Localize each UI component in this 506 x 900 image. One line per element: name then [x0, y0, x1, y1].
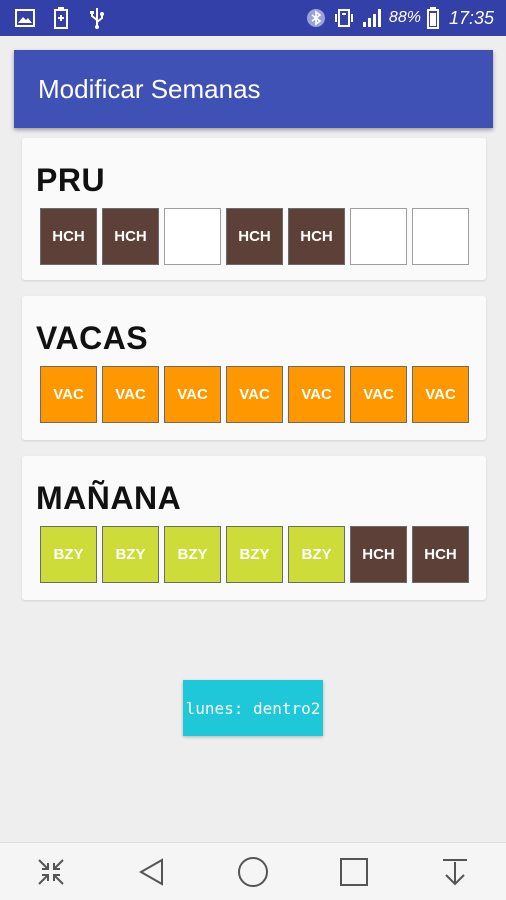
day-box[interactable]: BZY	[40, 526, 97, 583]
recents-icon[interactable]	[330, 848, 378, 896]
week-title: MAÑANA	[36, 480, 182, 516]
day-box[interactable]	[350, 208, 407, 265]
signal-icon	[361, 7, 383, 29]
usb-icon	[86, 7, 108, 29]
week-title: VACAS	[36, 320, 149, 356]
app-toolbar: Modificar Semanas	[14, 50, 493, 128]
status-left	[14, 7, 108, 29]
day-box[interactable]: VAC	[226, 366, 283, 423]
day-box[interactable]: HCH	[40, 208, 97, 265]
day-box[interactable]	[412, 208, 469, 265]
day-box[interactable]: BZY	[288, 526, 345, 583]
day-box[interactable]: VAC	[102, 366, 159, 423]
notification-pull-icon[interactable]	[431, 848, 479, 896]
current-day-button[interactable]: lunes: dentro2	[183, 680, 323, 736]
bluetooth-icon	[305, 7, 327, 29]
status-bar: 88% 17:35	[0, 0, 506, 36]
day-box[interactable]: HCH	[350, 526, 407, 583]
vibrate-icon	[333, 7, 355, 29]
day-box[interactable]: BZY	[226, 526, 283, 583]
day-box[interactable]: VAC	[350, 366, 407, 423]
day-box[interactable]: HCH	[226, 208, 283, 265]
clock: 17:35	[448, 7, 494, 28]
week-card-manana[interactable]: MAÑANA BZY BZY BZY BZY BZY HCH HCH	[22, 456, 486, 600]
day-row: VAC VAC VAC VAC VAC VAC VAC	[40, 366, 469, 423]
image-icon	[14, 7, 36, 29]
battery-saver-icon	[50, 7, 72, 29]
week-card-pru[interactable]: PRU HCH HCH HCH HCH	[22, 138, 486, 280]
day-row: BZY BZY BZY BZY BZY HCH HCH	[40, 526, 469, 583]
day-box[interactable]: VAC	[288, 366, 345, 423]
battery-percent: 88%	[388, 9, 421, 26]
home-icon[interactable]	[229, 848, 277, 896]
system-nav-bar	[0, 842, 506, 900]
day-box[interactable]: BZY	[164, 526, 221, 583]
day-box[interactable]: HCH	[288, 208, 345, 265]
day-box[interactable]: VAC	[164, 366, 221, 423]
day-box[interactable]: HCH	[102, 208, 159, 265]
status-right: 88% 17:35	[305, 7, 494, 29]
battery-icon	[426, 7, 439, 29]
day-box[interactable]: HCH	[412, 526, 469, 583]
day-box[interactable]: BZY	[102, 526, 159, 583]
week-title: PRU	[36, 162, 106, 198]
day-box[interactable]: VAC	[412, 366, 469, 423]
week-card-vacas[interactable]: VACAS VAC VAC VAC VAC VAC VAC VAC	[22, 296, 486, 440]
compress-icon[interactable]	[27, 848, 75, 896]
back-icon[interactable]	[128, 848, 176, 896]
day-box[interactable]	[164, 208, 221, 265]
page-title: Modificar Semanas	[38, 73, 261, 104]
day-row: HCH HCH HCH HCH	[40, 208, 469, 265]
day-box[interactable]: VAC	[40, 366, 97, 423]
